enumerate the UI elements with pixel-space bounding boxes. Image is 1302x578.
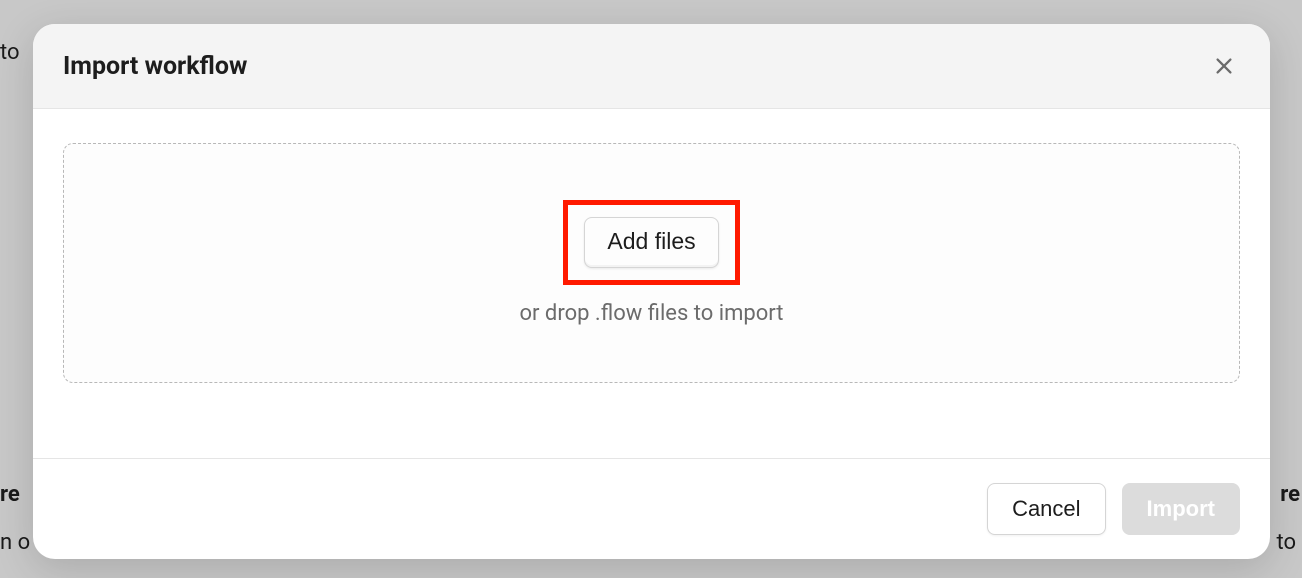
highlight-annotation: Add files bbox=[563, 200, 739, 285]
cancel-button[interactable]: Cancel bbox=[987, 483, 1105, 535]
modal-title: Import workflow bbox=[63, 52, 247, 81]
background-text-fragment: re bbox=[1280, 482, 1300, 507]
modal-body: Add files or drop .flow files to import bbox=[33, 109, 1270, 459]
close-icon bbox=[1213, 55, 1235, 77]
import-workflow-modal: Import workflow Add files or drop .flow … bbox=[33, 24, 1270, 559]
background-text-fragment: n o bbox=[0, 530, 30, 555]
add-files-button[interactable]: Add files bbox=[584, 217, 718, 268]
close-button[interactable] bbox=[1208, 50, 1240, 82]
background-text-fragment: to bbox=[0, 40, 20, 65]
dropzone-hint: or drop .flow files to import bbox=[519, 301, 783, 326]
import-button[interactable]: Import bbox=[1122, 483, 1240, 535]
background-text-fragment: to bbox=[1276, 530, 1296, 555]
modal-footer: Cancel Import bbox=[33, 459, 1270, 559]
file-dropzone[interactable]: Add files or drop .flow files to import bbox=[63, 143, 1240, 383]
background-text-fragment: re bbox=[0, 482, 20, 507]
modal-header: Import workflow bbox=[33, 24, 1270, 109]
